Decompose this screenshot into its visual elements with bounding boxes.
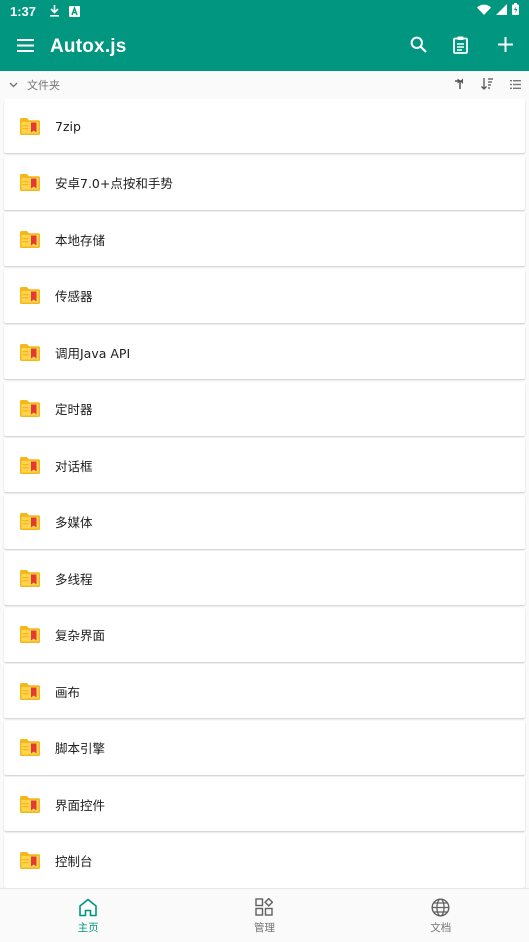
battery-icon [512, 3, 519, 19]
tab-manage-label: 管理 [253, 922, 275, 934]
search-icon [410, 36, 427, 57]
folder-icon [20, 513, 40, 531]
status-time: 1:37 [10, 3, 37, 19]
folder-name: 传感器 [55, 289, 93, 304]
list-view-icon [509, 79, 521, 92]
sort-order-icon [481, 77, 493, 93]
folder-list: 7zip 安卓7.0+点按和手势 本地存储传感器调用Java API 定时器对话框多媒… [4, 99, 525, 890]
go-up-button[interactable] [445, 71, 473, 99]
folder-section-header[interactable]: 文件夹 [0, 71, 529, 99]
bottom-nav: 主页 管理 文档 [0, 888, 529, 942]
tab-home[interactable]: 主页 [0, 889, 176, 942]
folder-icon [20, 230, 40, 248]
globe-icon [430, 896, 452, 918]
folder-name: 定时器 [55, 402, 93, 417]
folder-icon [20, 795, 40, 813]
folder-name: 画布 [55, 684, 81, 700]
folder-name: 多媒体 [55, 515, 93, 530]
folder-name: 安卓7.0+点按和手势 [55, 176, 173, 191]
wifi-icon [477, 4, 491, 19]
folder-icon [20, 287, 40, 305]
folder-name: 本地存储 [55, 232, 106, 248]
list-view-button[interactable] [501, 71, 529, 99]
folder-icon [20, 400, 40, 418]
tab-docs[interactable]: 文档 [353, 889, 529, 942]
folder-list-item[interactable]: 传感器 [4, 268, 525, 323]
folder-section-label: 文件夹 [27, 79, 60, 92]
folder-icon [20, 626, 40, 644]
search-button[interactable] [397, 22, 439, 71]
folder-list-item[interactable]: 本地存储 [4, 212, 525, 266]
folder-list-item[interactable]: 画布 [4, 664, 525, 718]
download-icon [48, 5, 60, 17]
folder-icon [20, 682, 40, 700]
folder-list-item[interactable]: 多线程 [4, 551, 525, 605]
folder-icon [20, 343, 40, 361]
folder-list-item[interactable]: 定时器 [4, 381, 525, 436]
folder-list-item[interactable]: 多媒体 [4, 494, 525, 549]
folder-list-item[interactable]: 7zip [4, 99, 525, 153]
folder-name: 脚本引擎 [55, 741, 106, 756]
tab-docs-label: 文档 [430, 922, 452, 934]
clipboard-icon [452, 36, 468, 58]
folder-list-item[interactable]: 复杂界面 [4, 607, 525, 662]
home-icon [77, 896, 99, 918]
signal-icon [496, 3, 507, 19]
folder-name: 控制台 [55, 854, 93, 869]
add-button[interactable] [481, 22, 529, 71]
folder-name: 多线程 [55, 571, 93, 587]
folder-list-item[interactable]: 控制台 [4, 833, 525, 888]
folder-list-item[interactable]: 对话框 [4, 438, 525, 492]
folder-icon [20, 174, 40, 192]
sort-button[interactable] [473, 71, 501, 99]
a-badge-icon [68, 5, 80, 17]
folder-name: 调用Java API [55, 345, 131, 361]
folder-name: 7zip [55, 118, 81, 134]
clipboard-button[interactable] [439, 22, 481, 71]
chevron-down-icon[interactable] [9, 79, 21, 91]
folder-icon [20, 852, 40, 870]
hamburger-menu-icon [16, 37, 34, 56]
grid-manage-icon [253, 896, 275, 918]
add-icon [497, 37, 513, 56]
folder-icon [20, 739, 40, 757]
app-bar: Autox.js [0, 22, 529, 71]
tab-manage[interactable]: 管理 [176, 889, 352, 942]
folder-list-item[interactable]: 界面控件 [4, 777, 525, 831]
folder-list-item[interactable]: 调用Java API [4, 325, 525, 379]
folder-list-item[interactable]: 脚本引擎 [4, 720, 525, 775]
folder-name: 界面控件 [55, 797, 106, 813]
app-title: Autox.js [50, 35, 127, 57]
folder-icon [20, 569, 40, 587]
folder-name: 对话框 [55, 458, 93, 474]
status-bar: 1:37 [0, 0, 529, 22]
folder-icon [20, 117, 40, 135]
menu-button[interactable] [0, 22, 50, 71]
folder-name: 复杂界面 [55, 628, 106, 643]
sort-upward-icon [453, 78, 465, 93]
tab-home-label: 主页 [77, 922, 99, 934]
folder-list-item[interactable]: 安卓7.0+点按和手势 [4, 155, 525, 210]
folder-icon [20, 456, 40, 474]
